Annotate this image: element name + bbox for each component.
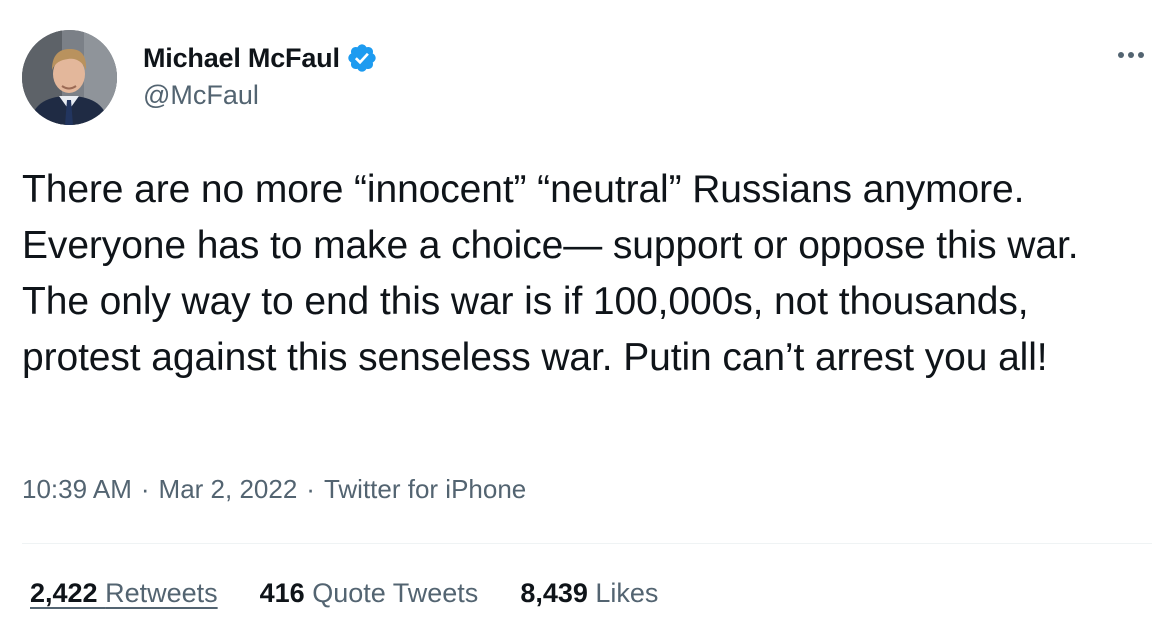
author-name-row[interactable]: Michael McFaul <box>143 40 378 76</box>
more-horizontal-icon <box>1138 52 1144 58</box>
tweet-source-link[interactable]: Twitter for iPhone <box>324 474 526 505</box>
tweet-time[interactable]: 10:39 AM <box>22 474 132 505</box>
author-display-name[interactable]: Michael McFaul <box>143 43 340 74</box>
likes-label: Likes <box>595 578 659 608</box>
retweets-count: 2,422 <box>30 578 106 608</box>
more-horizontal-icon <box>1118 52 1124 58</box>
engagement-stats: 2,422 Retweets 416 Quote Tweets 8,439 Li… <box>30 578 700 609</box>
quote-tweets-stat[interactable]: 416 Quote Tweets <box>260 578 479 609</box>
tweet-text: There are no more “innocent” “neutral” R… <box>22 168 1079 379</box>
meta-separator: · <box>306 474 315 504</box>
divider <box>22 543 1152 544</box>
tweet-metadata: 10:39 AM · Mar 2, 2022 · Twitter for iPh… <box>22 474 526 505</box>
profile-photo <box>22 30 117 125</box>
tweet-date[interactable]: Mar 2, 2022 <box>159 474 298 505</box>
likes-count: 8,439 <box>520 578 596 608</box>
more-horizontal-icon <box>1128 52 1134 58</box>
quote-tweets-label: Quote Tweets <box>312 578 479 608</box>
author-handle[interactable]: @McFaul <box>143 80 259 111</box>
likes-stat[interactable]: 8,439 Likes <box>520 578 658 609</box>
more-options-button[interactable] <box>1111 40 1151 70</box>
retweets-stat[interactable]: 2,422 Retweets <box>30 578 218 609</box>
quote-tweets-count: 416 <box>259 578 313 608</box>
avatar[interactable] <box>22 30 117 125</box>
verified-badge-icon <box>346 42 378 74</box>
retweets-label: Retweets <box>105 578 218 608</box>
meta-separator: · <box>140 474 150 504</box>
